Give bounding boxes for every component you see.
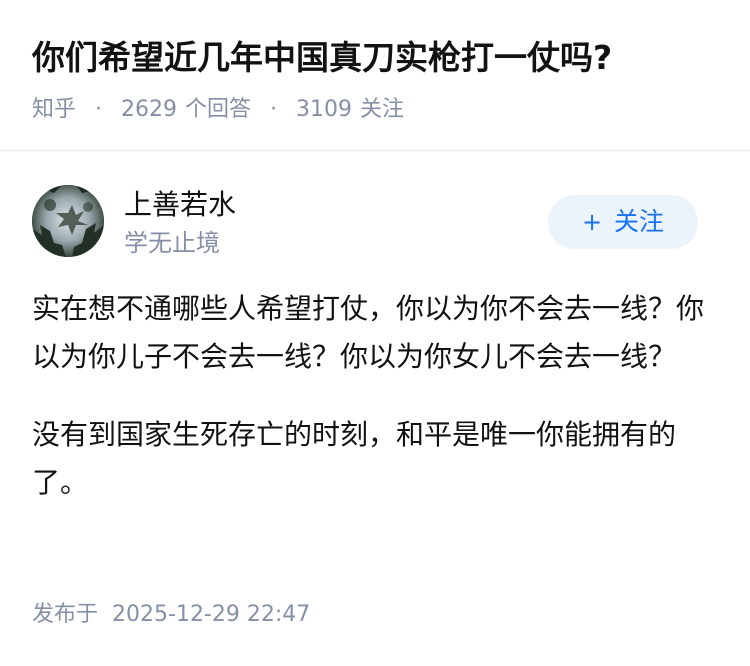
author-name[interactable]: 上善若水 [124,185,236,225]
answers-count: 2629 [121,97,178,122]
avatar[interactable] [32,185,104,257]
answer-paragraph: 没有到国家生死存亡的时刻，和平是唯一你能拥有的了。 [32,418,677,499]
separator-dot: · [95,97,103,122]
answers-label: 个回答 [185,97,252,122]
answer-paragraph: 实在想不通哪些人希望打仗，你以为你不会去一线？你以为你儿子不会去一线？你以为你女… [32,292,705,373]
avatar-image [32,185,104,257]
published-time: 2025-12-29 22:47 [112,602,311,627]
question-meta: 知乎 · 2629 个回答 · 3109 关注 [32,93,404,127]
followers-label: 关注 [360,97,405,122]
followers-count: 3109 [296,97,353,122]
publish-time: 发布于 2025-12-29 22:47 [32,598,310,632]
separator-dot: · [270,97,278,122]
author-bio: 学无止境 [124,229,220,257]
source-label[interactable]: 知乎 [32,93,76,127]
question-title[interactable]: 你们希望近几年中国真刀实枪打一仗吗? [32,32,612,84]
follow-label: 关注 [614,207,665,236]
answer-content: 实在想不通哪些人希望打仗，你以为你不会去一线？你以为你儿子不会去一线？你以为你女… [32,285,722,537]
follow-button[interactable]: + 关注 [548,195,698,249]
divider [0,150,750,151]
plus-icon: + [581,208,603,236]
published-label: 发布于 [32,602,99,627]
